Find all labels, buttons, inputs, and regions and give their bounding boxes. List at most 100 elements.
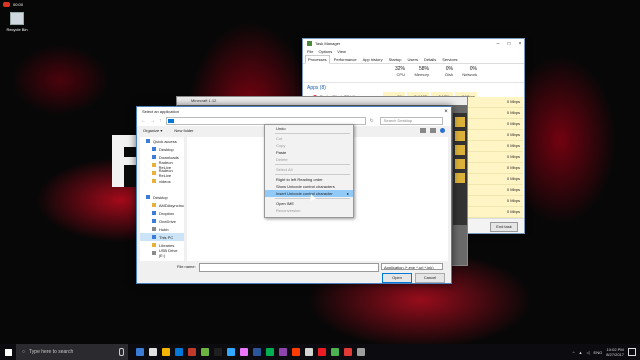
taskbar-app-icon[interactable] <box>253 348 261 356</box>
dialog-titlebar[interactable]: Select an application × <box>137 107 451 116</box>
nav-item[interactable]: Dropbox <box>140 209 184 217</box>
taskbar-app-icon[interactable] <box>227 348 235 356</box>
taskbar-app-icon[interactable] <box>266 348 274 356</box>
nav-item[interactable]: OneDrive <box>140 217 184 225</box>
taskbar-app-icon[interactable] <box>331 348 339 356</box>
nav-item[interactable]: AMDAsyncInc <box>140 201 184 209</box>
context-menu-item[interactable]: Open IME <box>265 200 353 207</box>
nav-item[interactable]: USB Drive (E:) <box>140 248 184 258</box>
open-button[interactable]: Open <box>382 273 412 283</box>
taskbar-app-icon[interactable] <box>149 348 157 356</box>
column-disk[interactable]: 0% Disk <box>431 66 453 77</box>
nav-item[interactable]: Desktop <box>140 145 184 153</box>
tray-expand-icon[interactable]: ^ <box>573 350 575 355</box>
tab-services[interactable]: Services <box>440 56 459 63</box>
view-options-icon[interactable] <box>420 128 426 133</box>
recorder-time: 00:00 <box>13 2 24 7</box>
up-arrow-icon[interactable]: ↑ <box>159 118 162 124</box>
volume-icon[interactable]: ◁ <box>586 350 589 355</box>
nav-item-label: Libraries <box>159 242 175 248</box>
windows-logo-icon <box>4 348 12 356</box>
new-folder-button[interactable]: New folder <box>174 128 193 133</box>
file-type-select[interactable]: Application (*.exe *.url *.lnk) <box>381 263 443 270</box>
taskbar-app-icon[interactable] <box>162 348 170 356</box>
context-menu-item[interactable]: Show Unicode control characters <box>265 183 353 190</box>
tab-app-history[interactable]: App history <box>361 56 385 63</box>
menu-file[interactable]: File <box>307 49 313 54</box>
file-name-label: File name: <box>177 264 196 269</box>
help-icon[interactable] <box>440 128 445 133</box>
taskbar-app-icon[interactable] <box>279 348 287 356</box>
taskbar-app-icon[interactable] <box>201 348 209 356</box>
nav-item-label: Desktop <box>159 146 174 152</box>
dialog-close-button[interactable]: × <box>441 109 451 115</box>
refresh-icon[interactable]: ↻ <box>370 118 374 124</box>
process-column-headers: 32% CPU 58% Memory 0% Disk 0% Network <box>303 64 524 83</box>
back-arrow-icon[interactable]: ← <box>141 118 146 124</box>
menu-options[interactable]: Options <box>318 49 332 54</box>
taskbar-search[interactable]: ○ Type here to search <box>16 344 128 360</box>
taskbar-app-icon[interactable] <box>318 348 326 356</box>
clock[interactable]: 10:02 PM 8/27/2017 <box>606 347 624 357</box>
task-manager-titlebar[interactable]: Task Manager – □ × <box>303 39 524 48</box>
close-button[interactable]: × <box>516 41 524 47</box>
folder-icon <box>152 203 156 207</box>
nav-item[interactable]: Desktop <box>140 193 184 201</box>
nav-item-label: Dropbox <box>159 210 175 216</box>
network-icon[interactable]: ▲ <box>578 350 582 355</box>
tab-startup[interactable]: Startup <box>387 56 404 63</box>
folder-icon <box>152 163 156 167</box>
menu-view[interactable]: View <box>337 49 346 54</box>
nav-item[interactable]: videos <box>140 177 184 185</box>
tab-details[interactable]: Details <box>422 56 438 63</box>
nav-item-label: USB Drive (E:) <box>158 248 178 258</box>
taskbar-app-icon[interactable] <box>305 348 313 356</box>
nav-item-label: Hubb <box>159 226 169 232</box>
microphone-icon[interactable] <box>119 348 124 356</box>
tab-performance[interactable]: Performance <box>332 56 359 63</box>
context-menu-item-label: Open IME <box>276 201 295 206</box>
context-menu-item: Copy <box>265 142 353 149</box>
column-memory[interactable]: 58% Memory <box>407 66 429 77</box>
forward-arrow-icon[interactable]: → <box>150 118 155 124</box>
end-task-button[interactable]: End task <box>490 222 518 232</box>
recycle-bin-desktop-icon[interactable]: Recycle Bin <box>6 12 28 32</box>
apps-group-header[interactable]: Apps (8) <box>303 83 524 92</box>
taskbar-app-icon[interactable] <box>188 348 196 356</box>
nav-item[interactable]: This PC <box>140 233 184 241</box>
nav-item[interactable]: Quick access <box>140 137 184 145</box>
context-menu-item[interactable]: Undo <box>265 125 353 132</box>
nav-item[interactable]: Radeon ReLive <box>140 168 184 178</box>
context-menu-item[interactable]: Right to left Reading order <box>265 176 353 183</box>
taskbar-app-icon[interactable] <box>292 348 300 356</box>
taskbar-app-icon[interactable] <box>175 348 183 356</box>
notifications-icon[interactable] <box>628 348 636 356</box>
taskbar-app-icon[interactable] <box>344 348 352 356</box>
column-network[interactable]: 0% Network <box>455 66 477 77</box>
maximize-button[interactable]: □ <box>505 41 513 47</box>
language-indicator[interactable]: ENG <box>594 350 603 355</box>
folder-icon <box>152 251 156 255</box>
context-menu-item[interactable]: Paste <box>265 149 353 156</box>
preview-pane-icon[interactable] <box>430 128 436 133</box>
navigation-pane: Quick access Desktop Downloads Radeon ReLiv… <box>140 137 184 261</box>
taskbar-app-icon[interactable] <box>357 348 365 356</box>
submenu-arrow-icon: ▸ <box>346 191 349 196</box>
taskbar-app-icon[interactable] <box>136 348 144 356</box>
search-box[interactable]: Search Desktop <box>379 117 443 125</box>
organize-button[interactable]: Organize ▾ <box>143 128 162 133</box>
taskbar-app-icon[interactable] <box>240 348 248 356</box>
nav-item[interactable]: Hubb <box>140 225 184 233</box>
context-menu-item-label: Reconversion <box>276 208 301 213</box>
nav-item-label: Desktop <box>153 194 168 200</box>
address-selection <box>167 119 174 123</box>
minimize-button[interactable]: – <box>494 41 502 47</box>
file-name-input[interactable] <box>199 263 379 272</box>
folder-icon <box>152 235 156 239</box>
cancel-button[interactable]: Cancel <box>415 273 445 283</box>
tab-users[interactable]: Users <box>406 56 420 63</box>
tab-processes[interactable]: Processes <box>305 54 330 64</box>
column-cpu[interactable]: 32% CPU <box>383 66 405 77</box>
taskbar-app-icon[interactable] <box>214 348 222 356</box>
start-button[interactable] <box>0 344 16 360</box>
